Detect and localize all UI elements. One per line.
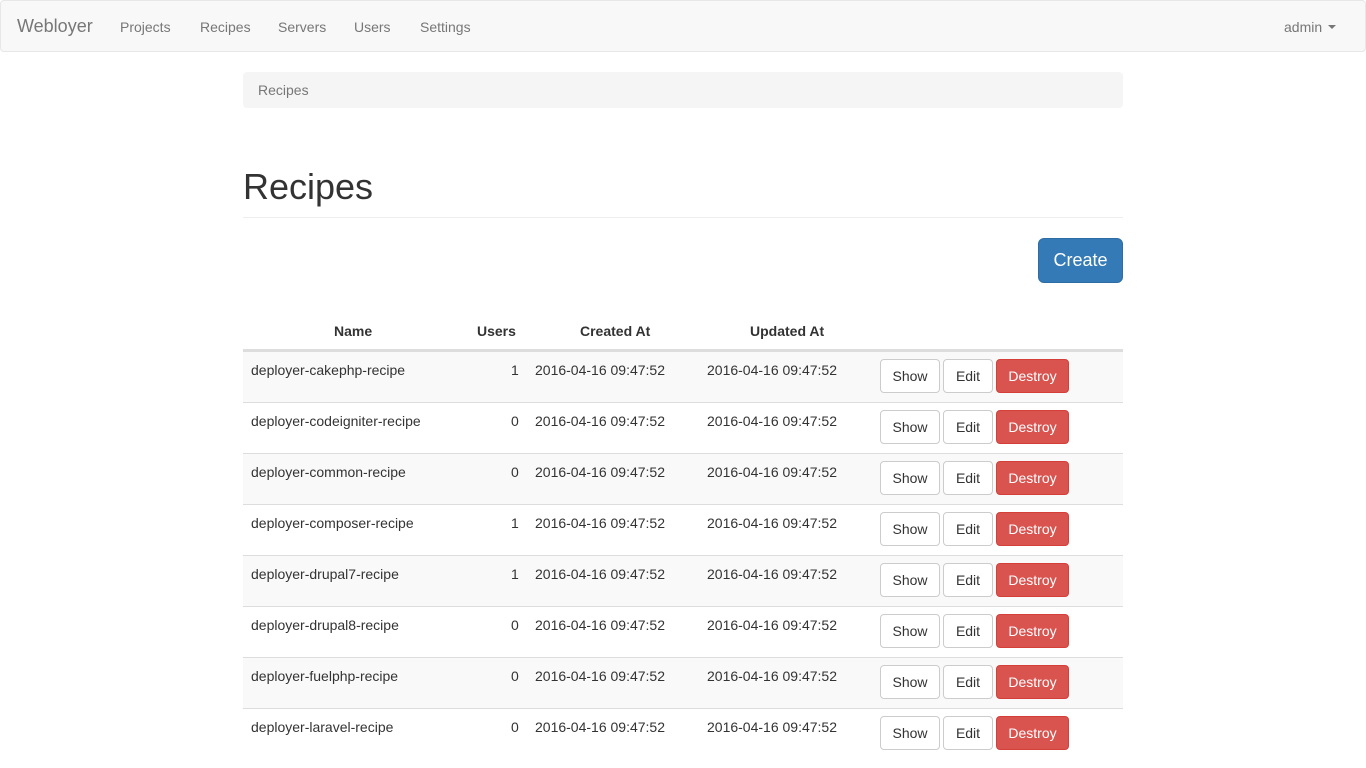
destroy-button[interactable]: Destroy <box>996 512 1069 546</box>
nav-item-projects[interactable]: Projects <box>120 18 171 36</box>
recipe-created-at: 2016-04-16 09:47:52 <box>535 719 665 735</box>
recipe-name: deployer-common-recipe <box>251 464 406 480</box>
table-header: Name Users Created At Updated At <box>243 313 1123 351</box>
edit-button[interactable]: Edit <box>943 512 993 546</box>
show-button[interactable]: Show <box>880 665 940 699</box>
recipe-name: deployer-cakephp-recipe <box>251 362 406 378</box>
nav-item-recipes[interactable]: Recipes <box>200 18 251 36</box>
edit-button[interactable]: Edit <box>943 614 993 648</box>
caret-down-icon <box>1328 25 1337 30</box>
recipe-created-at: 2016-04-16 09:47:52 <box>535 617 665 633</box>
destroy-button[interactable]: Destroy <box>996 716 1069 750</box>
user-menu-dropdown[interactable]: admin <box>1284 18 1337 36</box>
recipe-updated-at: 2016-04-16 09:47:52 <box>707 719 837 735</box>
column-header-updated-at: Updated At <box>750 323 825 339</box>
edit-button[interactable]: Edit <box>943 716 993 750</box>
recipe-users-count: 0 <box>511 668 519 684</box>
user-menu-label: admin <box>1284 19 1323 35</box>
destroy-button[interactable]: Destroy <box>996 359 1069 393</box>
recipe-users-count: 0 <box>511 413 519 429</box>
recipe-updated-at: 2016-04-16 09:47:52 <box>707 515 837 531</box>
edit-button[interactable]: Edit <box>943 410 993 444</box>
table-row: deployer-drupal7-recipe 1 2016-04-16 09:47… <box>243 555 1123 606</box>
recipe-created-at: 2016-04-16 09:47:52 <box>535 413 665 429</box>
recipe-updated-at: 2016-04-16 09:47:52 <box>707 362 837 378</box>
recipe-users-count: 1 <box>511 566 519 582</box>
destroy-button[interactable]: Destroy <box>996 461 1069 495</box>
recipe-users-count: 0 <box>511 617 519 633</box>
recipe-users-count: 1 <box>511 515 519 531</box>
recipe-name: deployer-fuelphp-recipe <box>251 668 399 684</box>
recipe-created-at: 2016-04-16 09:47:52 <box>535 566 665 582</box>
show-button[interactable]: Show <box>880 410 940 444</box>
breadcrumb: Recipes <box>243 72 1123 108</box>
recipe-created-at: 2016-04-16 09:47:52 <box>535 515 665 531</box>
title-divider <box>243 217 1123 218</box>
top-navbar: Webloyer Projects Recipes Servers Users … <box>0 0 1366 52</box>
brand-logo[interactable]: Webloyer <box>17 16 93 36</box>
recipe-created-at: 2016-04-16 09:47:52 <box>535 668 665 684</box>
recipe-name: deployer-laravel-recipe <box>251 719 394 735</box>
nav-item-servers[interactable]: Servers <box>278 18 326 36</box>
recipe-created-at: 2016-04-16 09:47:52 <box>535 362 665 378</box>
recipe-name: deployer-drupal8-recipe <box>251 617 399 633</box>
destroy-button[interactable]: Destroy <box>996 665 1069 699</box>
recipe-updated-at: 2016-04-16 09:47:52 <box>707 566 837 582</box>
show-button[interactable]: Show <box>880 716 940 750</box>
recipe-updated-at: 2016-04-16 09:47:52 <box>707 413 837 429</box>
recipe-name: deployer-codeigniter-recipe <box>251 413 421 429</box>
show-button[interactable]: Show <box>880 614 940 648</box>
destroy-button[interactable]: Destroy <box>996 614 1069 648</box>
nav-item-users[interactable]: Users <box>354 18 391 36</box>
table-row: deployer-laravel-recipe 0 2016-04-16 09:47… <box>243 708 1123 759</box>
table-row: deployer-fuelphp-recipe 0 2016-04-16 09:47… <box>243 657 1123 708</box>
show-button[interactable]: Show <box>880 359 940 393</box>
recipe-name: deployer-drupal7-recipe <box>251 566 399 582</box>
show-button[interactable]: Show <box>880 563 940 597</box>
create-button[interactable]: Create <box>1038 238 1123 283</box>
page-title: Recipes <box>243 166 374 207</box>
breadcrumb-item-recipes: Recipes <box>258 82 309 98</box>
recipe-users-count: 1 <box>511 362 519 378</box>
table-row: deployer-codeigniter-recipe 0 2016-04-16 0… <box>243 402 1123 453</box>
column-header-name: Name <box>334 323 373 339</box>
table-body: deployer-cakephp-recipe 1 2016-04-16 09:47… <box>243 351 1123 759</box>
edit-button[interactable]: Edit <box>943 665 993 699</box>
table-row: deployer-cakephp-recipe 1 2016-04-16 09:47… <box>243 351 1123 402</box>
column-header-users: Users <box>477 323 516 339</box>
edit-button[interactable]: Edit <box>943 461 993 495</box>
recipe-users-count: 0 <box>511 719 519 735</box>
destroy-button[interactable]: Destroy <box>996 563 1069 597</box>
recipe-updated-at: 2016-04-16 09:47:52 <box>707 464 837 480</box>
nav-item-settings[interactable]: Settings <box>420 18 471 36</box>
recipe-updated-at: 2016-04-16 09:47:52 <box>707 668 837 684</box>
table-row: deployer-drupal8-recipe 0 2016-04-16 09:47… <box>243 606 1123 657</box>
table-row: deployer-common-recipe 0 2016-04-16 09:47:… <box>243 453 1123 504</box>
show-button[interactable]: Show <box>880 461 940 495</box>
recipe-created-at: 2016-04-16 09:47:52 <box>535 464 665 480</box>
destroy-button[interactable]: Destroy <box>996 410 1069 444</box>
recipe-users-count: 0 <box>511 464 519 480</box>
recipes-table: Name Users Created At Updated At deploye… <box>243 313 1123 759</box>
show-button[interactable]: Show <box>880 512 940 546</box>
edit-button[interactable]: Edit <box>943 563 993 597</box>
edit-button[interactable]: Edit <box>943 359 993 393</box>
column-header-created-at: Created At <box>580 323 651 339</box>
recipe-updated-at: 2016-04-16 09:47:52 <box>707 617 837 633</box>
recipe-name: deployer-composer-recipe <box>251 515 414 531</box>
table-row: deployer-composer-recipe 1 2016-04-16 09:4… <box>243 504 1123 555</box>
